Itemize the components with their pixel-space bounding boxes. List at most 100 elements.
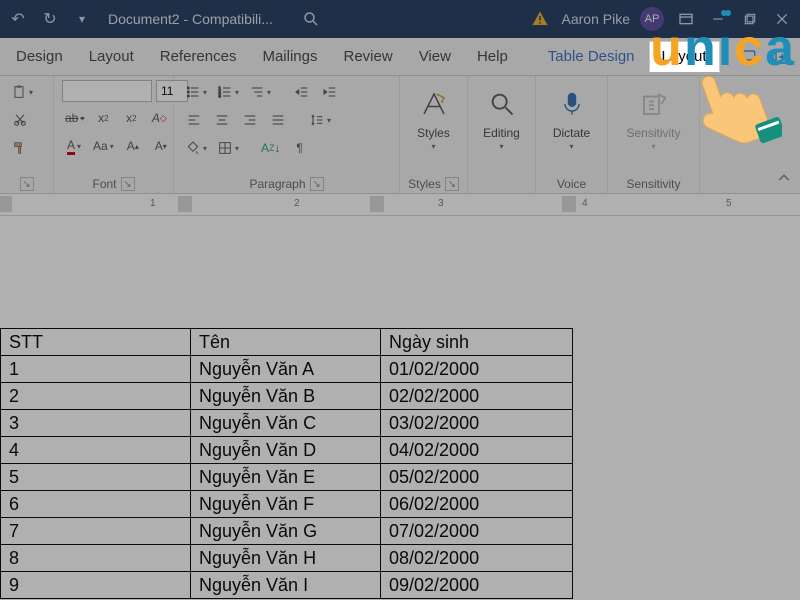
paste-button[interactable] <box>8 80 36 104</box>
microphone-icon <box>558 84 586 124</box>
user-avatar[interactable]: AP <box>640 7 664 31</box>
restore-icon[interactable] <box>738 7 762 31</box>
group-voice-label: Voice <box>557 177 586 191</box>
tab-table-layout[interactable]: Layout <box>649 41 720 72</box>
group-voice: Dictate Voice <box>536 76 608 193</box>
font-dialog-launcher[interactable]: ↘ <box>121 177 135 191</box>
align-left-button[interactable] <box>182 108 206 132</box>
grow-font-button[interactable]: A▴ <box>121 134 145 158</box>
document-title[interactable]: Document2 - Compatibili... <box>104 11 277 27</box>
font-family-combo[interactable] <box>62 80 152 102</box>
table-row: 4Nguyễn Văn D04/02/2000 <box>1 437 573 464</box>
svg-text:3: 3 <box>218 93 221 98</box>
tab-review[interactable]: Review <box>332 42 405 71</box>
multilevel-button[interactable] <box>246 80 274 104</box>
font-color-button[interactable]: A <box>62 134 86 158</box>
tab-layout[interactable]: Layout <box>77 42 146 71</box>
sensitivity-icon <box>639 84 669 124</box>
quick-access: ↶ ↻ ▾ <box>6 7 94 31</box>
show-marks-button[interactable]: ¶ <box>288 136 312 160</box>
sensitivity-label: Sensitivity <box>626 126 680 140</box>
clear-formatting-button[interactable]: A◇ <box>147 106 171 130</box>
title-bar: ↶ ↻ ▾ Document2 - Compatibili... Aaron P… <box>0 0 800 38</box>
ruler-tick-5: 5 <box>726 198 732 209</box>
ribbon: ↘ ab x2 x2 A◇ A Aa A▴ A▾ Font ↘ <box>0 76 800 194</box>
tab-view[interactable]: View <box>407 42 463 71</box>
group-paragraph: 123 AZ↓ ¶ Paragraph ↘ <box>174 76 400 193</box>
align-center-button[interactable] <box>210 108 234 132</box>
borders-button[interactable] <box>214 136 242 160</box>
user-initials: AP <box>645 13 660 25</box>
sensitivity-button[interactable]: Sensitivity <box>626 80 682 151</box>
increase-indent-button[interactable] <box>318 80 342 104</box>
table-row: 3Nguyễn Văn C03/02/2000 <box>1 410 573 437</box>
table-row: 1Nguyễn Văn A01/02/2000 <box>1 356 573 383</box>
ruler-tick-2: 2 <box>294 198 300 209</box>
header-ngaysinh[interactable]: Ngày sinh <box>381 329 573 356</box>
shrink-font-button[interactable]: A▾ <box>149 134 173 158</box>
header-stt[interactable]: STT <box>1 329 191 356</box>
user-name[interactable]: Aaron Pike <box>562 11 630 27</box>
table-row: 6Nguyễn Văn F06/02/2000 <box>1 491 573 518</box>
share-icon[interactable] <box>768 43 796 71</box>
group-styles-label: Styles <box>408 177 441 191</box>
ruler-tick-4: 4 <box>582 198 588 209</box>
styles-dialog-launcher[interactable]: ↘ <box>445 177 459 191</box>
group-sensitivity: Sensitivity Sensitivity <box>608 76 700 193</box>
table-row: 9Nguyễn Văn I09/02/2000 <box>1 572 573 599</box>
editing-label: Editing <box>483 126 520 140</box>
group-font-label: Font <box>92 177 116 191</box>
format-painter-button[interactable] <box>8 136 32 160</box>
align-right-button[interactable] <box>238 108 262 132</box>
document-area[interactable]: STT Tên Ngày sinh 1Nguyễn Văn A01/02/200… <box>0 216 800 600</box>
table-header-row: STT Tên Ngày sinh <box>1 329 573 356</box>
bullets-button[interactable] <box>182 80 210 104</box>
group-clipboard-launcher[interactable]: ↘ <box>20 175 34 191</box>
justify-button[interactable] <box>266 108 290 132</box>
styles-icon <box>419 84 449 124</box>
paragraph-dialog-launcher[interactable]: ↘ <box>310 177 324 191</box>
data-table[interactable]: STT Tên Ngày sinh 1Nguyễn Văn A01/02/200… <box>0 328 573 599</box>
sort-button[interactable]: AZ↓ <box>258 136 284 160</box>
table-row: 2Nguyễn Văn B02/02/2000 <box>1 383 573 410</box>
superscript-button[interactable]: x2 <box>119 106 143 130</box>
horizontal-ruler[interactable]: 1 2 3 4 5 <box>0 194 800 216</box>
tab-references[interactable]: References <box>148 42 249 71</box>
tab-table-design[interactable]: Table Design <box>536 42 647 71</box>
minimize-icon[interactable] <box>706 7 730 31</box>
collapse-ribbon-button[interactable] <box>776 170 792 189</box>
editing-button[interactable]: Editing <box>474 80 530 151</box>
change-case-button[interactable]: Aa <box>90 134 117 158</box>
tab-mailings[interactable]: Mailings <box>250 42 329 71</box>
undo-icon[interactable]: ↶ <box>6 7 30 31</box>
shading-button[interactable] <box>182 136 210 160</box>
header-ten[interactable]: Tên <box>191 329 381 356</box>
ruler-tick-1: 1 <box>150 198 156 209</box>
search-icon[interactable] <box>299 7 323 31</box>
styles-button[interactable]: Styles <box>406 80 462 151</box>
decrease-indent-button[interactable] <box>290 80 314 104</box>
close-icon[interactable] <box>770 7 794 31</box>
strike-button[interactable]: ab <box>62 106 87 130</box>
cut-button[interactable] <box>8 108 32 132</box>
customize-qat-icon[interactable]: ▾ <box>70 7 94 31</box>
group-paragraph-label: Paragraph <box>249 177 305 191</box>
numbering-button[interactable]: 123 <box>214 80 242 104</box>
group-sensitivity-label: Sensitivity <box>626 177 680 191</box>
warning-icon[interactable] <box>528 7 552 31</box>
display-options-icon[interactable] <box>674 7 698 31</box>
styles-label: Styles <box>417 126 450 140</box>
dictate-button[interactable]: Dictate <box>544 80 600 151</box>
table-row: 7Nguyễn Văn G07/02/2000 <box>1 518 573 545</box>
repeat-icon[interactable]: ↻ <box>38 7 62 31</box>
ruler-tick-3: 3 <box>438 198 444 209</box>
page: STT Tên Ngày sinh 1Nguyễn Văn A01/02/200… <box>0 216 786 600</box>
ribbon-tabs: Design Layout References Mailings Review… <box>0 38 800 76</box>
tab-design[interactable]: Design <box>4 42 75 71</box>
subscript-button[interactable]: x2 <box>91 106 115 130</box>
comments-icon[interactable] <box>734 43 762 71</box>
line-spacing-button[interactable] <box>306 108 334 132</box>
dictate-label: Dictate <box>553 126 590 140</box>
tab-help[interactable]: Help <box>465 42 520 71</box>
group-editing: Editing <box>468 76 536 193</box>
